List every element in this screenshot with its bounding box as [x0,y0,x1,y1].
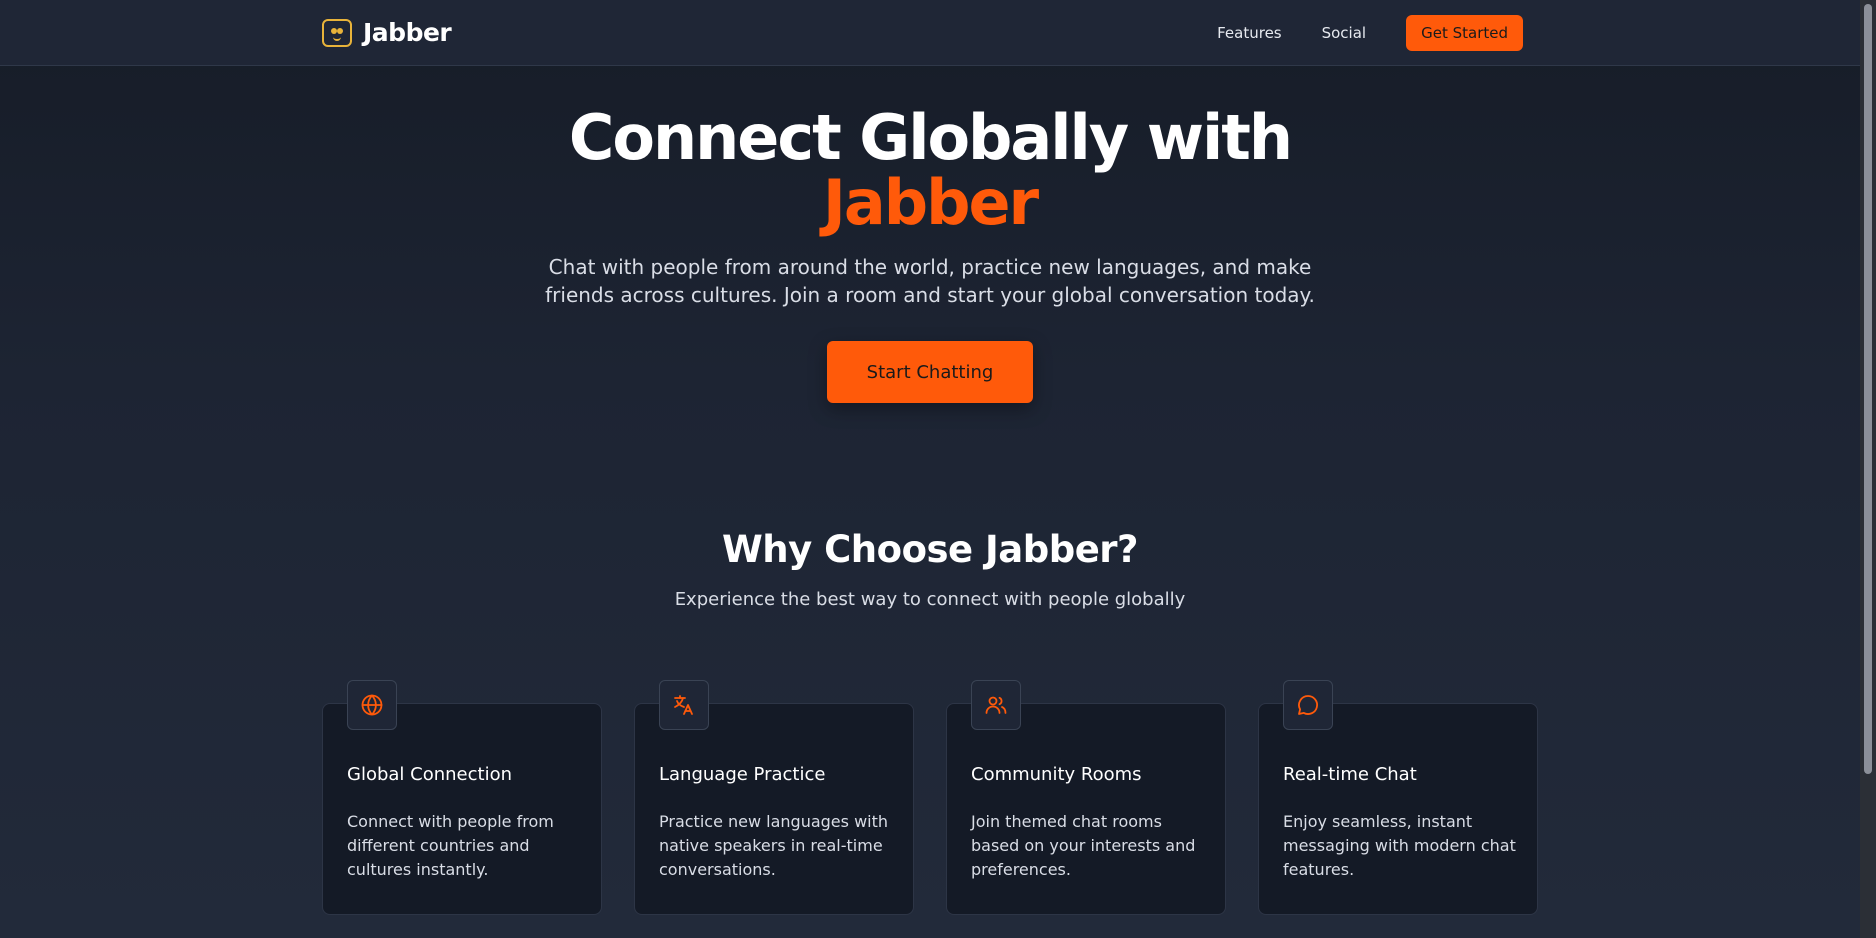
feature-card-language-practice: Language Practice Practice new languages… [634,680,914,915]
feature-card-community-rooms: Community Rooms Join themed chat rooms b… [946,680,1226,915]
feature-card-title: Global Connection [347,764,512,785]
feature-card-description: Enjoy seamless, instant messaging with m… [1283,812,1516,879]
get-started-button[interactable]: Get Started [1406,15,1523,51]
hero-subtitle: Chat with people from around the world, … [545,255,1315,307]
top-navbar: Jabber Features Social Get Started [0,0,1860,66]
nav-link-features[interactable]: Features [1217,24,1282,42]
brand-name: Jabber [363,18,452,47]
scrollbar-thumb[interactable] [1864,4,1872,774]
start-chatting-button[interactable]: Start Chatting [827,341,1033,403]
feature-card-description: Practice new languages with native speak… [659,812,889,879]
brand-logo[interactable]: Jabber [322,18,452,47]
chat-bubble-icon [1283,680,1333,730]
hero-title-accent: Jabber [822,166,1039,239]
translate-icon [659,680,709,730]
landing-page: Jabber Features Social Get Started Conne… [0,0,1876,938]
logo-face-icon [322,18,352,47]
feature-card-global-connection: Global Connection Connect with people fr… [322,680,602,915]
users-icon [971,680,1021,730]
feature-card-real-time-chat: Real-time Chat Enjoy seamless, instant m… [1258,680,1538,915]
vertical-scrollbar[interactable] [1860,0,1876,938]
feature-card-title: Language Practice [659,764,826,785]
features-subtitle: Experience the best way to connect with … [674,589,1186,610]
feature-card-description: Join themed chat rooms based on your int… [971,812,1196,879]
main-nav: Features Social Get Started [1217,15,1523,51]
features-title: Why Choose Jabber? [722,528,1139,571]
feature-card-title: Community Rooms [971,764,1142,785]
feature-card-description: Connect with people from different count… [347,812,554,879]
feature-card-title: Real-time Chat [1283,764,1417,785]
hero-title: Connect Globally with [568,101,1293,174]
nav-link-social[interactable]: Social [1322,24,1366,42]
globe-icon [347,680,397,730]
